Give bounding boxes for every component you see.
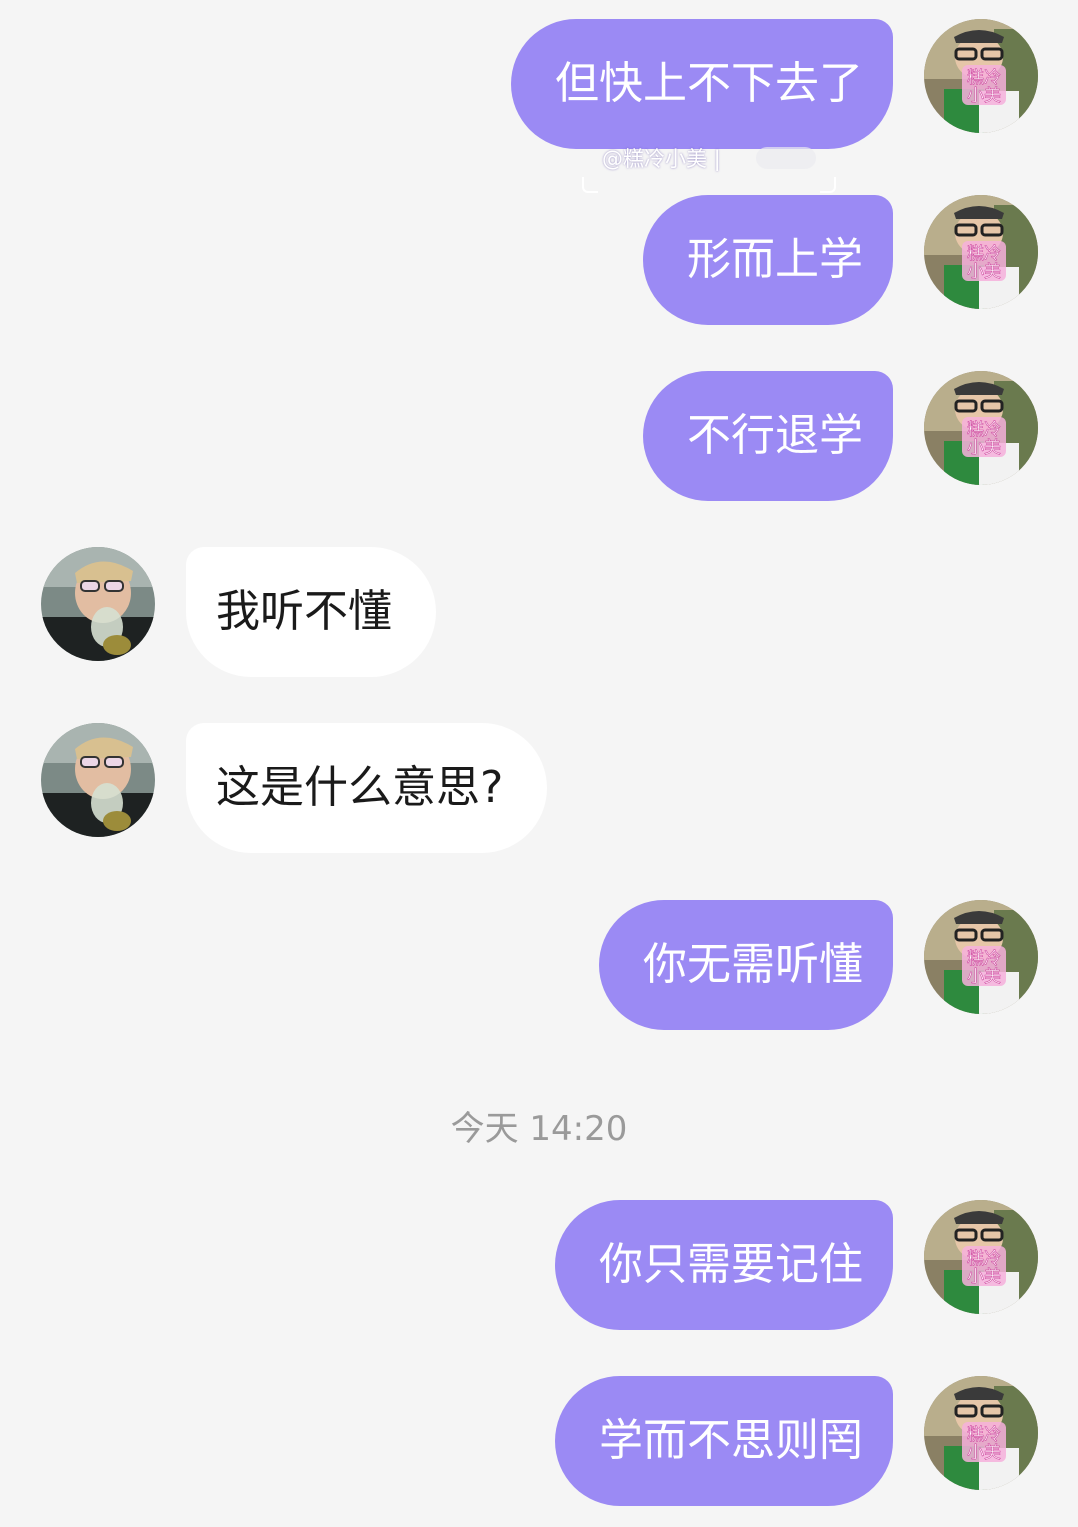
watermark: @糕冷小美 | [578, 137, 840, 197]
message-row-outgoing: 形而上学 糕冷 小美 [0, 195, 1078, 325]
watermark-text: @糕冷小美 | [602, 147, 721, 171]
avatar-badge-top: 糕冷 [967, 949, 1001, 969]
chat-area[interactable]: 但快上不下去了 糕冷 小美 @糕冷小美 | 形而上学 糕冷 小美 不行退学 糕冷… [0, 0, 1078, 1527]
contact-avatar-image [41, 547, 155, 661]
message-row-outgoing: 学而不思则罔 糕冷 小美 [0, 1376, 1078, 1506]
avatar-badge-bottom: 小美 [967, 438, 1001, 458]
avatar-badge-bottom: 小美 [967, 262, 1001, 282]
my-avatar-image: 糕冷 小美 [924, 1200, 1038, 1314]
avatar-badge-bottom: 小美 [967, 1267, 1001, 1287]
my-avatar[interactable]: 糕冷 小美 [924, 195, 1038, 309]
message-bubble-incoming[interactable]: 这是什么意思? [186, 723, 548, 853]
message-row-incoming: 我听不懂 [0, 547, 1078, 677]
message-row-outgoing: 但快上不下去了 糕冷 小美 @糕冷小美 | [0, 19, 1078, 193]
avatar-badge-bottom: 小美 [967, 1443, 1001, 1463]
my-avatar-image: 糕冷 小美 [924, 195, 1038, 309]
message-bubble-outgoing[interactable]: 你无需听懂 [599, 900, 893, 1030]
my-avatar[interactable]: 糕冷 小美 [924, 900, 1038, 1014]
message-row-outgoing: 不行退学 糕冷 小美 [0, 371, 1078, 501]
watermark-bracket-left [582, 177, 598, 193]
message-row-outgoing: 你只需要记住 糕冷 小美 [0, 1200, 1078, 1330]
message-bubble-outgoing[interactable]: 形而上学 [643, 195, 893, 325]
chat-timestamp: 今天 14:20 [450, 1109, 628, 1149]
message-row-outgoing: 你无需听懂 糕冷 小美 [0, 900, 1078, 1030]
avatar-badge-top: 糕冷 [967, 1425, 1001, 1445]
my-avatar-image: 糕冷 小美 [924, 1376, 1038, 1490]
message-bubble-outgoing[interactable]: 你只需要记住 [555, 1200, 893, 1330]
my-avatar-image: 糕冷 小美 [924, 19, 1038, 133]
my-avatar-image: 糕冷 小美 [924, 900, 1038, 1014]
avatar-badge-bottom: 小美 [967, 967, 1001, 987]
avatar-badge-top: 糕冷 [967, 244, 1001, 264]
avatar-badge-top: 糕冷 [967, 420, 1001, 440]
my-avatar[interactable]: 糕冷 小美 [924, 19, 1038, 133]
message-bubble-outgoing[interactable]: 不行退学 [643, 371, 893, 501]
avatar-badge-bottom: 小美 [967, 86, 1001, 106]
contact-avatar[interactable] [41, 723, 155, 837]
watermark-blurred-id [756, 147, 816, 169]
message-bubble-outgoing[interactable]: 学而不思则罔 [555, 1376, 893, 1506]
contact-avatar[interactable] [41, 547, 155, 661]
message-bubble-outgoing[interactable]: 但快上不下去了 [511, 19, 893, 149]
message-row-incoming: 这是什么意思? [0, 723, 1078, 853]
my-avatar[interactable]: 糕冷 小美 [924, 1376, 1038, 1490]
my-avatar[interactable]: 糕冷 小美 [924, 1200, 1038, 1314]
avatar-badge-top: 糕冷 [967, 68, 1001, 88]
my-avatar[interactable]: 糕冷 小美 [924, 371, 1038, 485]
watermark-bracket-right [820, 177, 836, 193]
my-avatar-image: 糕冷 小美 [924, 371, 1038, 485]
avatar-badge-top: 糕冷 [967, 1249, 1001, 1269]
contact-avatar-image [41, 723, 155, 837]
message-bubble-incoming[interactable]: 我听不懂 [186, 547, 436, 677]
